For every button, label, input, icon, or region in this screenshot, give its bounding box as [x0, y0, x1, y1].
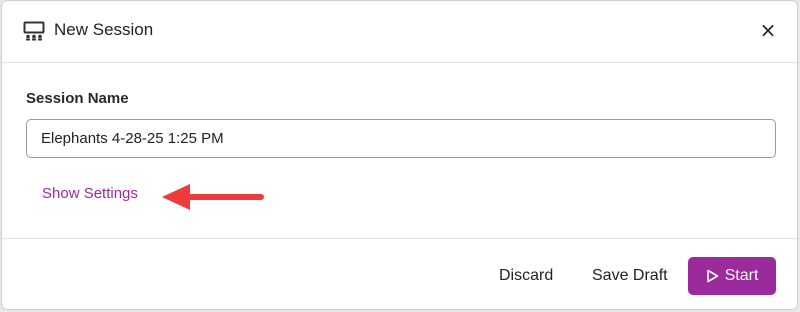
session-name-input[interactable] [26, 119, 776, 158]
close-button[interactable]: × [757, 18, 779, 42]
dialog-title: New Session [54, 20, 154, 39]
dialog-footer: Discard Save Draft Start [2, 238, 797, 309]
show-settings-link[interactable]: Show Settings [42, 185, 138, 202]
left-arrow-annotation [162, 184, 264, 210]
presentation-audience-icon [23, 21, 45, 41]
start-label: Start [724, 267, 759, 284]
new-session-dialog: New Session × Session Name Show Settings… [1, 0, 798, 310]
save-draft-button[interactable]: Save Draft [584, 257, 676, 295]
session-name-label: Session Name [26, 90, 129, 107]
discard-button[interactable]: Discard [491, 257, 561, 295]
start-button[interactable]: Start [688, 257, 776, 295]
close-icon: × [759, 18, 777, 42]
play-icon [706, 269, 718, 283]
dialog-header: New Session × [2, 1, 797, 63]
